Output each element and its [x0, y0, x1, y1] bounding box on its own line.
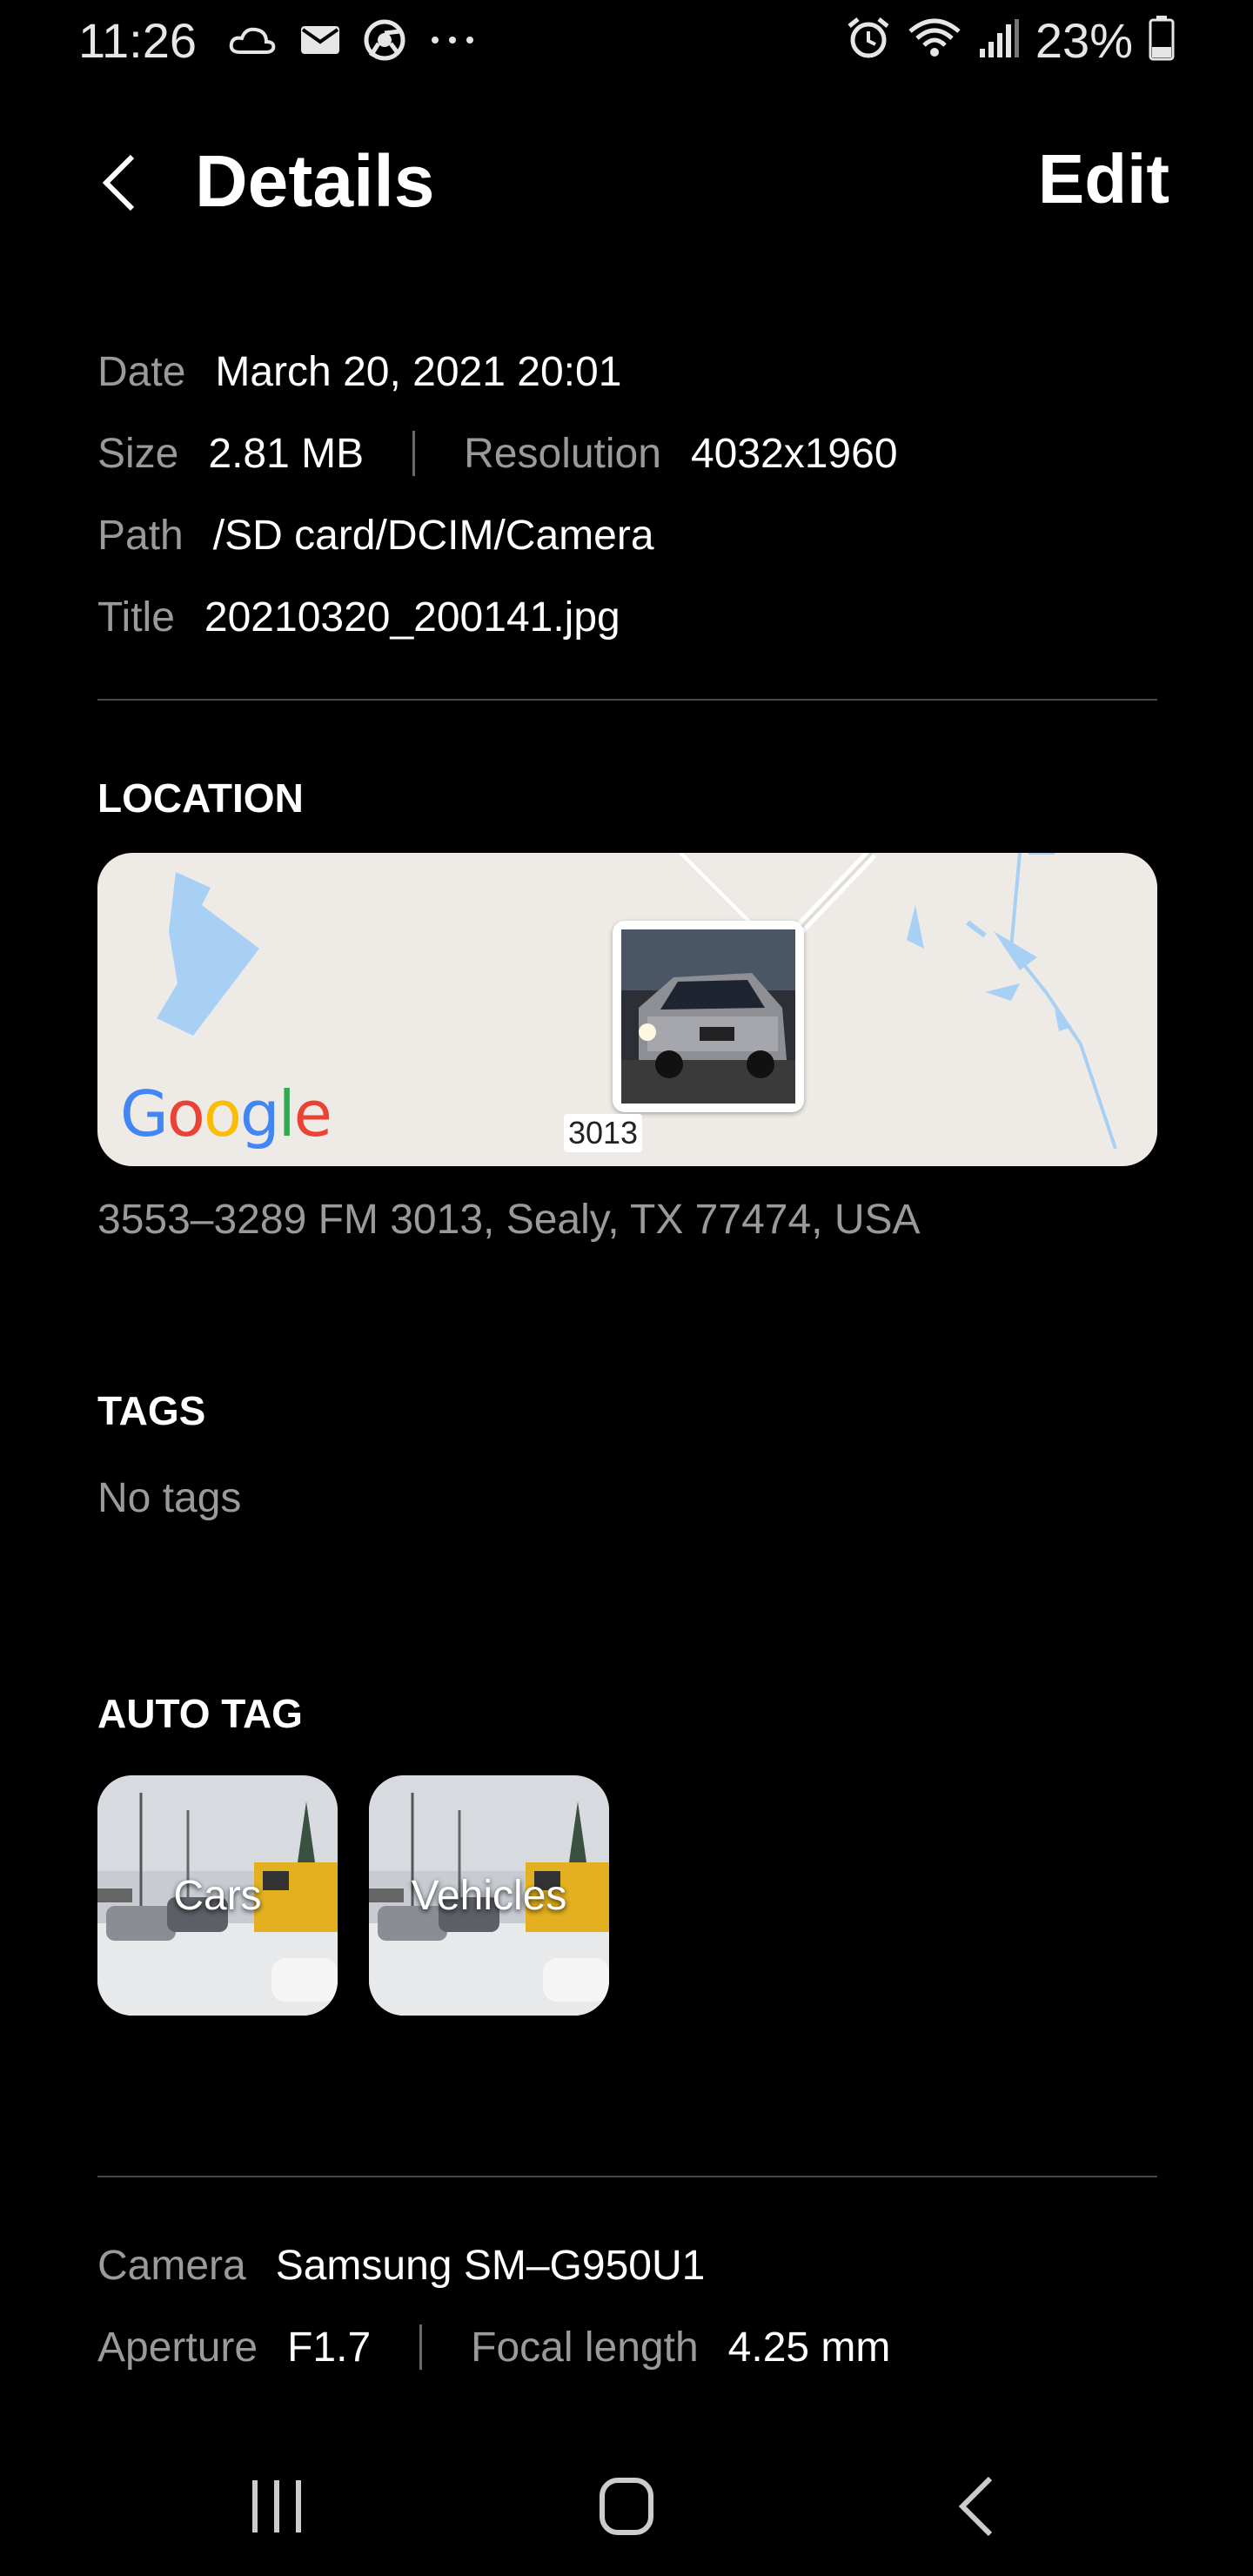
focal-length-label: Focal length — [471, 2324, 699, 2371]
divider — [97, 2176, 1157, 2177]
aperture-label: Aperture — [97, 2324, 258, 2371]
location-section-title: LOCATION — [97, 775, 304, 821]
photo-thumbnail — [621, 929, 795, 1104]
more-notifications-icon — [428, 31, 477, 53]
cloud-icon — [228, 23, 277, 62]
auto-tag-label: Cars — [173, 1872, 262, 1919]
location-map[interactable]: 3013 Google — [97, 853, 1157, 1166]
focal-length-value: 4.25 mm — [727, 2324, 891, 2371]
camera-value: Samsung SM–G950U1 — [275, 2242, 706, 2289]
size-label: Size — [97, 430, 179, 477]
resolution-label: Resolution — [464, 430, 661, 477]
home-icon — [600, 2478, 653, 2535]
date-value: March 20, 2021 20:01 — [215, 348, 622, 395]
size-value: 2.81 MB — [208, 430, 365, 477]
path-label: Path — [97, 512, 184, 559]
resolution-value: 4032x1960 — [690, 430, 898, 477]
chevron-left-icon — [102, 154, 135, 211]
file-info: Date March 20, 2021 20:01 Size 2.81 MB R… — [97, 331, 1159, 658]
system-icons: 23% — [846, 12, 1175, 69]
date-label: Date — [97, 348, 186, 395]
auto-tag-cars[interactable]: Cars — [97, 1775, 338, 2016]
chrome-icon — [364, 19, 405, 65]
camera-info: Camera Samsung SM–G950U1 Aperture F1.7 F… — [97, 2224, 1159, 2388]
status-time: 11:26 — [78, 13, 197, 68]
page-title: Details — [195, 140, 435, 222]
path-row: Path /SD card/DCIM/Camera — [97, 494, 1159, 576]
mail-icon — [299, 23, 341, 62]
aperture-row: Aperture F1.7 Focal length 4.25 mm — [97, 2306, 1159, 2388]
date-row: Date March 20, 2021 20:01 — [97, 331, 1159, 413]
google-logo: Google — [120, 1077, 332, 1150]
wifi-icon — [907, 16, 962, 65]
title-label: Title — [97, 594, 175, 641]
camera-row: Camera Samsung SM–G950U1 — [97, 2224, 1159, 2306]
divider — [97, 699, 1157, 701]
location-address: 3553–3289 FM 3013, Sealy, TX 77474, USA — [97, 1197, 921, 1243]
alarm-icon — [846, 16, 891, 65]
system-back-button[interactable] — [924, 2454, 1029, 2559]
notification-icons — [228, 19, 477, 65]
details-header: Details Edit — [0, 122, 1253, 244]
tags-section-title: TAGS — [97, 1388, 206, 1433]
separator — [419, 2324, 423, 2370]
auto-tag-label: Vehicles — [411, 1872, 567, 1919]
size-row: Size 2.81 MB Resolution 4032x1960 — [97, 413, 1159, 494]
recent-apps-button[interactable] — [224, 2454, 329, 2559]
camera-label: Camera — [97, 2242, 246, 2289]
system-nav-bar — [0, 2437, 1253, 2576]
home-button[interactable] — [574, 2454, 679, 2559]
battery-icon — [1149, 16, 1175, 65]
signal-icon — [978, 17, 1020, 64]
title-row: Title 20210320_200141.jpg — [97, 576, 1159, 658]
separator — [412, 431, 416, 476]
chevron-left-icon — [958, 2476, 993, 2537]
edit-button[interactable]: Edit — [1038, 139, 1169, 219]
recent-apps-icon — [252, 2480, 301, 2532]
auto-tag-section-title: AUTO TAG — [97, 1691, 303, 1736]
title-value: 20210320_200141.jpg — [204, 594, 620, 641]
no-tags-text: No tags — [97, 1475, 242, 1521]
road-label: 3013 — [564, 1114, 642, 1152]
photo-location-pin[interactable] — [613, 921, 804, 1112]
aperture-value: F1.7 — [287, 2324, 372, 2371]
status-bar: 11:26 23% — [0, 0, 1253, 84]
auto-tag-vehicles[interactable]: Vehicles — [369, 1775, 609, 2016]
battery-percent: 23% — [1035, 13, 1133, 68]
auto-tag-list: Cars Vehicles — [97, 1775, 609, 2016]
back-button[interactable] — [87, 148, 157, 218]
path-value: /SD card/DCIM/Camera — [212, 512, 654, 559]
